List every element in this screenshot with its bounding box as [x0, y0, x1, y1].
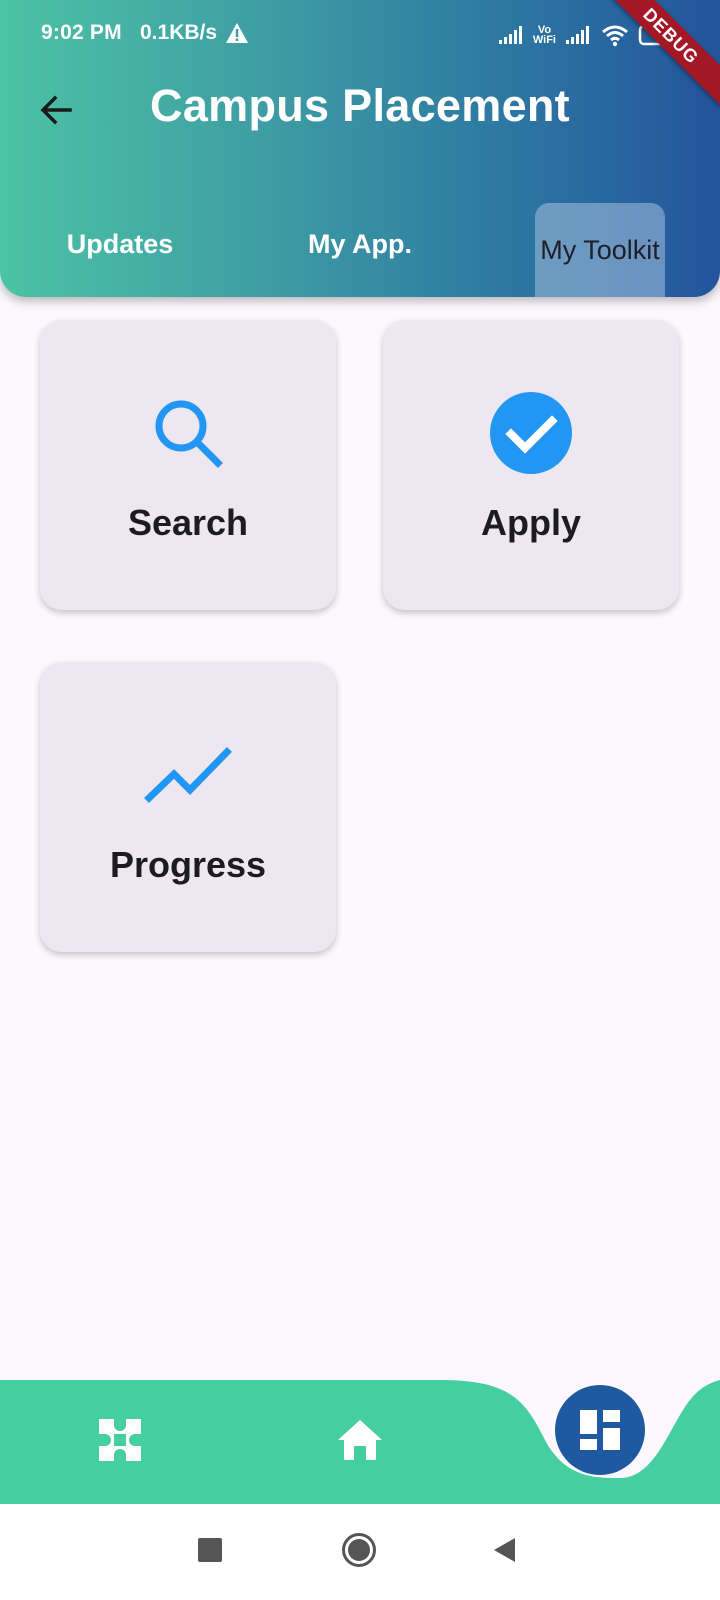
check-circle-icon — [490, 392, 572, 474]
dashboard-icon — [580, 1410, 620, 1450]
nav-puzzle[interactable] — [90, 1410, 150, 1470]
tab-updates[interactable]: Updates — [40, 196, 200, 293]
warning-icon — [226, 23, 248, 43]
status-time: 9:02 PM — [41, 21, 122, 44]
tab-my-app[interactable]: My App. — [280, 196, 440, 293]
recents-button[interactable] — [188, 1528, 232, 1572]
triangle-back-icon — [494, 1538, 515, 1562]
card-label: Apply — [480, 502, 581, 543]
card-label: Progress — [109, 844, 267, 885]
signal-icon — [498, 26, 522, 44]
nav-home[interactable] — [330, 1410, 390, 1470]
search-icon — [155, 400, 223, 468]
puzzle-icon — [99, 1419, 141, 1461]
apply-card[interactable]: Apply — [383, 320, 679, 610]
square-icon — [198, 1538, 222, 1562]
wifi-icon — [602, 25, 628, 47]
app-header: 9:02 PM 0.1KB/s Vo WiFi DEBUG Campus Pla… — [0, 0, 720, 297]
network-speed: 0.1KB/s — [140, 21, 218, 44]
tab-my-toolkit[interactable]: My Toolkit — [535, 203, 665, 297]
status-bar: 9:02 PM 0.1KB/s Vo WiFi — [0, 0, 720, 70]
card-icon-wrap — [40, 730, 336, 820]
circle-icon — [342, 1533, 376, 1567]
card-icon-wrap — [383, 388, 679, 478]
home-icon — [338, 1420, 382, 1460]
vowifi-bottom-text: WiFi — [532, 34, 556, 46]
card-label: Search — [127, 502, 249, 543]
page-title: Campus Placement — [150, 80, 570, 131]
nav-dashboard-button[interactable] — [555, 1385, 645, 1475]
progress-card[interactable]: Progress — [40, 662, 336, 952]
system-navigation-bar — [0, 1504, 720, 1600]
signal-icon-2 — [566, 26, 589, 44]
vowifi-indicator: Vo WiFi — [532, 25, 556, 46]
system-home-button[interactable] — [337, 1528, 381, 1572]
card-icon-wrap — [40, 388, 336, 478]
screen: 9:02 PM 0.1KB/s Vo WiFi DEBUG Campus Pla… — [0, 0, 720, 1600]
search-card[interactable]: Search — [40, 320, 336, 610]
system-back-button[interactable] — [483, 1528, 527, 1572]
tab-bar: Updates My App. My Toolkit — [0, 200, 720, 297]
trending-up-icon — [144, 747, 232, 803]
